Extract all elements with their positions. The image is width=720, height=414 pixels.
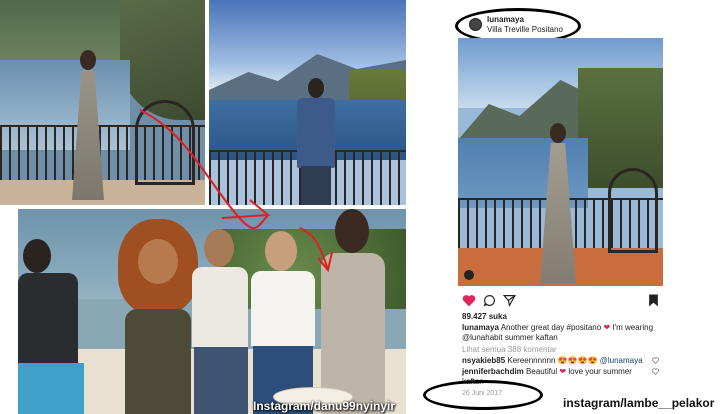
comment-row: jenniferbachdim Beautiful ❤ love your su… (462, 367, 632, 376)
annotation-arrows (139, 109, 333, 273)
caption-text-2: I'm wearing (612, 323, 654, 332)
ornate-gate (608, 168, 658, 253)
caption-line-2: @lunahabit summer kaftan (462, 333, 558, 342)
watermark-right: instagram/lambe__pelakor (563, 396, 715, 410)
caption-text: Another great day #positano (500, 323, 602, 332)
red-heart-emoji: ❤ (603, 323, 611, 332)
bookmark-icon[interactable] (648, 294, 659, 307)
view-all-comments-link[interactable]: Lihat semua 388 komentar (462, 345, 557, 354)
share-icon[interactable] (503, 294, 516, 307)
comment-text-tail: love your summer (568, 367, 632, 376)
post-photo[interactable] (458, 38, 663, 286)
comment-username[interactable]: jenniferbachdim (462, 367, 524, 376)
instagram-post: lunamaya Villa Treville Positano 89.427 … (415, 0, 720, 414)
heart-icon[interactable] (462, 294, 476, 307)
woman-figure (538, 123, 578, 283)
like-count[interactable]: 89.427 suka (462, 312, 507, 321)
tagged-people-icon[interactable] (464, 270, 474, 280)
arrow-curve-top (139, 109, 269, 230)
comment-mention[interactable]: @lunamaya (600, 356, 643, 365)
comment-like-icon[interactable] (652, 357, 659, 364)
arrow-head-top (221, 199, 271, 219)
comment-row: nsyakieb85 Kereennnnnn 😍😍😍😍 @lunamaya (462, 356, 643, 365)
comment-like-icon[interactable] (652, 368, 659, 375)
caption: lunamaya Another great day #positano ❤ I… (462, 323, 653, 332)
comment-username[interactable]: nsyakieb85 (462, 356, 505, 365)
annotation-circle-date (423, 380, 543, 410)
comment-text: Kereennnnnn (507, 356, 556, 365)
comment-text: Beautiful (526, 367, 558, 376)
caption-username[interactable]: lunamaya (462, 323, 499, 332)
comment-icon[interactable] (483, 294, 496, 307)
emoji-faces: 😍😍😍😍 (557, 356, 598, 365)
red-heart-emoji: ❤ (559, 367, 567, 376)
